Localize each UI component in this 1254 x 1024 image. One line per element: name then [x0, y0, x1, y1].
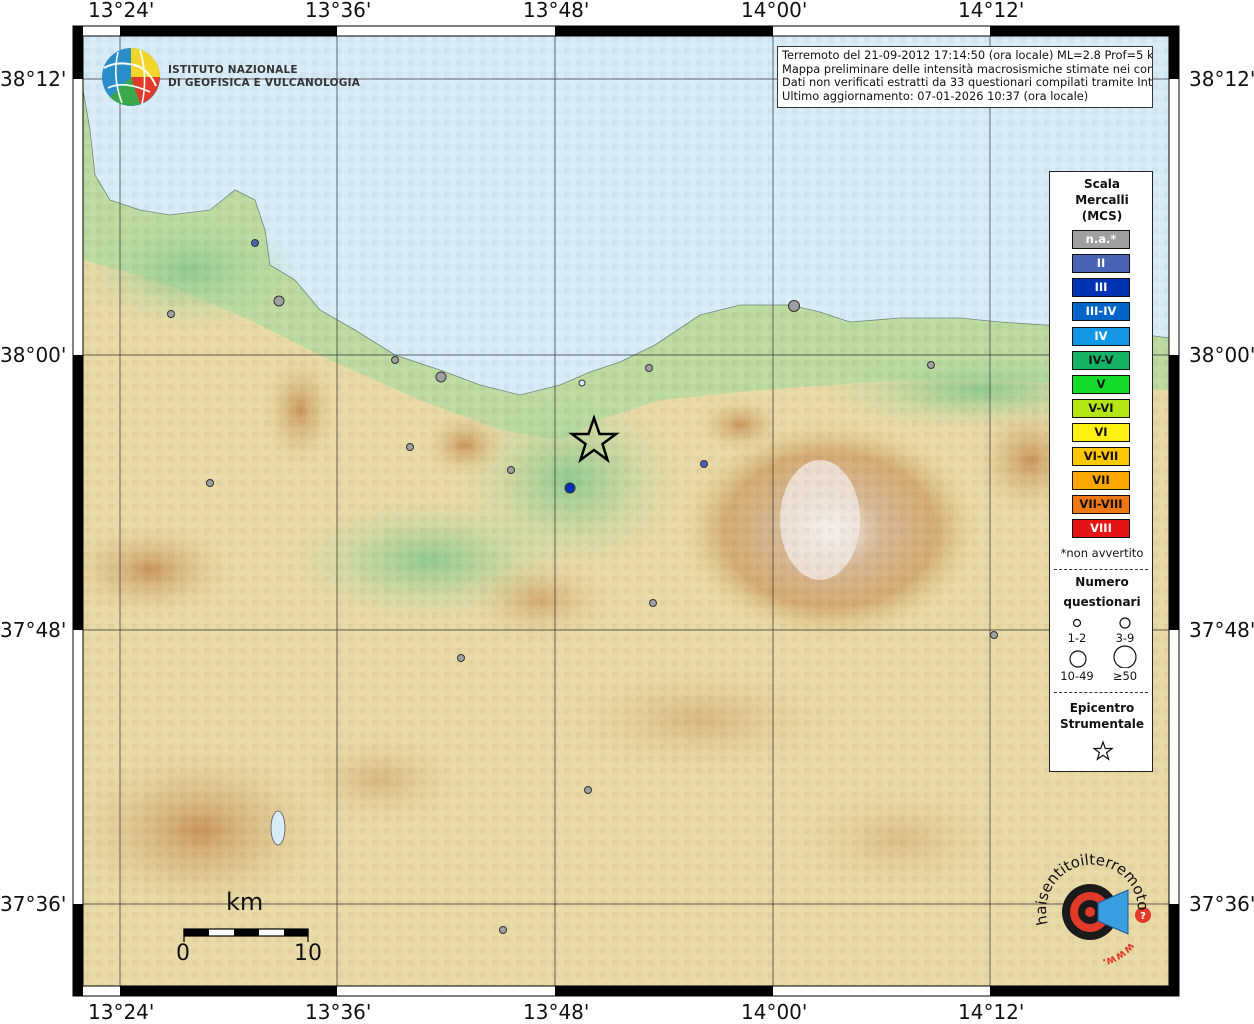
count-label: 1-2 — [1067, 631, 1087, 645]
mcs-class-chip: VIII — [1072, 519, 1130, 538]
event-info-line: Terremoto del 21-09-2012 17:14:50 (ora l… — [782, 48, 1153, 62]
lon-label-bottom: 13°36' — [305, 1000, 372, 1024]
point-na — [584, 786, 592, 794]
lon-label-bottom: 13°24' — [88, 1000, 155, 1024]
mcs-class-chip: IV-V — [1072, 351, 1130, 370]
lat-label-right: 37°36' — [1189, 892, 1254, 916]
lat-label-right: 38°12' — [1189, 67, 1254, 91]
legend-na-note: *non avvertito — [1060, 546, 1144, 560]
lat-label-left: 37°48' — [0, 618, 67, 642]
point-na — [927, 361, 935, 369]
lat-label-left: 38°12' — [0, 67, 67, 91]
point-ii — [700, 460, 708, 468]
legend-divider — [1054, 569, 1148, 570]
point-na — [435, 371, 447, 383]
lon-label-top: 13°36' — [305, 0, 372, 22]
event-info-line: Ultimo aggiornamento: 07-01-2026 10:37 (… — [782, 88, 1089, 103]
legend-divider — [1054, 692, 1148, 693]
scale-unit: km — [226, 888, 264, 916]
lat-label-right: 38°00' — [1189, 343, 1254, 367]
legend-epicenter-title: Epicentro — [1069, 701, 1135, 715]
point-na — [990, 631, 998, 639]
legend-scale-title: Mercalli — [1075, 193, 1129, 207]
mcs-class-chip: III — [1072, 278, 1130, 297]
ingv-logo-icon — [102, 48, 160, 106]
lat-label-right: 37°48' — [1189, 618, 1254, 642]
point-iii — [564, 482, 576, 494]
mcs-class-chip: VI-VII — [1072, 447, 1130, 466]
mcs-class-chip: II — [1072, 254, 1130, 273]
lon-label-bottom: 14°00' — [741, 1000, 808, 1024]
legend: Scala Mercalli (MCS) n.a.* II III III-IV… — [1049, 171, 1153, 772]
mcs-class-chip: V-VI — [1072, 399, 1130, 418]
watermark-url: www. — [1101, 940, 1137, 969]
point-na — [645, 364, 653, 372]
lon-label-bottom: 14°12' — [958, 1000, 1025, 1024]
mcs-class-chip: III-IV — [1072, 302, 1130, 321]
mcs-class-chip: n.a.* — [1072, 230, 1130, 249]
lon-label-top: 13°24' — [88, 0, 155, 22]
lat-label-left: 37°36' — [0, 892, 67, 916]
lake — [270, 810, 286, 846]
legend-star-icon — [1092, 740, 1114, 761]
mcs-class-chip: VII-VIII — [1072, 495, 1130, 514]
lon-label-top: 13°48' — [523, 0, 590, 22]
point-na — [167, 310, 175, 318]
legend-count-title: questionari — [1063, 595, 1141, 609]
event-info-line: Dati non verificati estratti da 33 quest… — [782, 75, 1153, 89]
legend-epicenter-title: Strumentale — [1059, 717, 1145, 731]
point-na — [273, 295, 285, 307]
point-na — [391, 356, 399, 364]
mcs-class-chip: VII — [1072, 471, 1130, 490]
scale-end: 10 — [294, 941, 322, 966]
legend-scale-title: Scala — [1083, 177, 1121, 191]
lon-label-top: 14°00' — [741, 0, 808, 22]
mcs-class-chip: VI — [1072, 423, 1130, 442]
watermark-text: haisentitoilterremoto.it — [1030, 852, 1152, 927]
institute-name-line1: ISTITUTO NAZIONALE — [168, 64, 298, 76]
mcs-class-chip: V — [1072, 375, 1130, 394]
point-na — [206, 479, 214, 487]
lat-label-left: 38°00' — [0, 343, 67, 367]
event-info-box: Terremoto del 21-09-2012 17:14:50 (ora l… — [777, 46, 1153, 108]
lon-label-bottom: 13°48' — [523, 1000, 590, 1024]
point-na — [406, 443, 414, 451]
count-label: ≥50 — [1112, 669, 1138, 683]
point-na — [788, 300, 800, 312]
point-na — [251, 239, 259, 247]
legend-count-title: Numero — [1075, 575, 1129, 589]
institute-name: ISTITUTO NAZIONALE DI GEOFISICA E VULCAN… — [168, 64, 360, 90]
point-na — [507, 466, 515, 474]
count-label: 10-49 — [1060, 669, 1094, 683]
event-info-line: Mappa preliminare delle intensità macros… — [782, 61, 1153, 76]
count-label: 3-9 — [1115, 631, 1135, 645]
mcs-class-chip: IV — [1072, 327, 1130, 346]
scale-start: 0 — [176, 941, 190, 966]
lon-label-top: 14°12' — [958, 0, 1025, 22]
point-na — [649, 599, 657, 607]
point-na — [457, 654, 465, 662]
watermark: haisentitoilterremoto.it www. — [1030, 852, 1152, 969]
point-na — [499, 926, 507, 934]
institute-name-line2: DI GEOFISICA E VULCANOLOGIA — [168, 77, 361, 89]
legend-scale-title: (MCS) — [1081, 209, 1123, 223]
point-na — [578, 379, 586, 387]
